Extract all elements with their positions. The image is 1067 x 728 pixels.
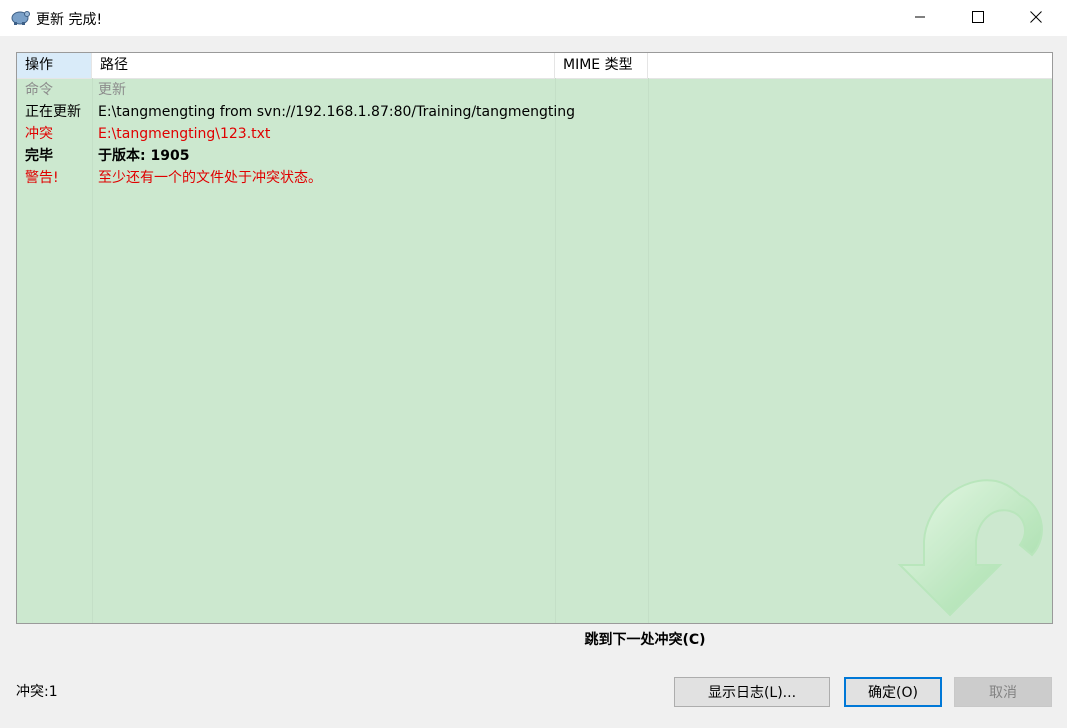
ok-button[interactable]: 确定(O)	[844, 677, 942, 707]
conflict-count: 冲突:1	[16, 684, 58, 700]
row-path: 至少还有一个的文件处于冲突状态。	[98, 170, 322, 186]
column-header-mime-type[interactable]: MIME 类型	[555, 53, 648, 78]
close-icon	[1030, 11, 1042, 23]
maximize-icon	[972, 11, 984, 23]
column-header-empty	[648, 53, 1052, 78]
show-log-label: 显示日志(L)...	[707, 685, 797, 701]
row-action: 正在更新	[25, 104, 81, 120]
minimize-icon	[915, 16, 925, 18]
row-path: E:\tangmengting\123.txt	[98, 126, 271, 142]
maximize-button[interactable]	[955, 0, 1001, 34]
row-action: 完毕	[25, 148, 53, 164]
table-row[interactable]: 警告! 至少还有一个的文件处于冲突状态。	[17, 167, 1052, 189]
results-list[interactable]: 操作 路径 MIME 类型 命令 更新 正在更新 E:\tangmengting…	[16, 52, 1053, 624]
update-arrow-icon	[892, 465, 1052, 623]
row-action: 命令	[25, 82, 53, 98]
cancel-button[interactable]: 取消	[954, 677, 1052, 707]
row-path: 更新	[98, 82, 126, 98]
title-bar: 更新 完成!	[0, 0, 1067, 36]
column-header-action[interactable]: 操作	[17, 53, 92, 78]
table-row[interactable]: 完毕 于版本: 1905	[17, 145, 1052, 167]
column-header-path[interactable]: 路径	[92, 53, 555, 78]
row-path: E:\tangmengting from svn://192.168.1.87:…	[98, 104, 576, 120]
cancel-label: 取消	[989, 685, 1017, 701]
show-log-button[interactable]: 显示日志(L)...	[674, 677, 830, 707]
table-row[interactable]: 冲突 E:\tangmengting\123.txt	[17, 123, 1052, 145]
table-row[interactable]: 正在更新 E:\tangmengting from svn://192.168.…	[17, 101, 1052, 123]
tortoise-svn-icon	[10, 8, 30, 26]
row-action: 警告!	[25, 170, 59, 186]
ok-label: 确定(O)	[868, 685, 918, 701]
row-action: 冲突	[25, 126, 53, 142]
list-header: 操作 路径 MIME 类型	[17, 53, 1052, 79]
minimize-button[interactable]	[897, 0, 943, 34]
window-title: 更新 完成!	[36, 12, 103, 28]
next-conflict-link[interactable]: 跳到下一处冲突(C)	[540, 629, 750, 649]
row-path: 于版本: 1905	[98, 148, 190, 164]
table-row[interactable]: 命令 更新	[17, 79, 1052, 101]
close-button[interactable]	[1013, 0, 1059, 34]
